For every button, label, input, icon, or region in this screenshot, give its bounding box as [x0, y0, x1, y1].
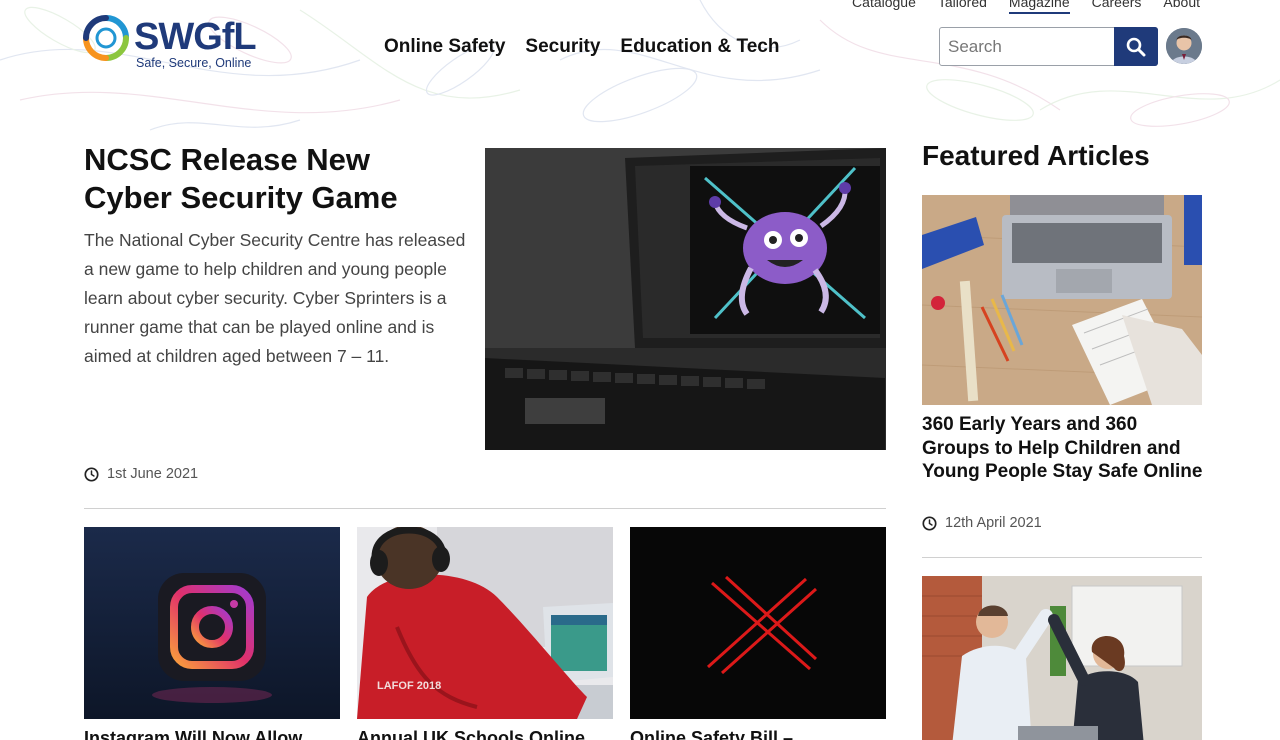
util-nav-careers[interactable]: Careers [1092, 0, 1142, 14]
hero-date: 1st June 2021 [84, 466, 198, 482]
hero-title[interactable]: NCSC Release New Cyber Security Game [84, 141, 464, 217]
featured-article-date-text: 12th April 2021 [945, 515, 1042, 531]
nav-security[interactable]: Security [525, 36, 600, 58]
child-headphones-laptop-image[interactable]: LAFOF 2018 [357, 527, 613, 719]
hero-summary: The National Cyber Security Centre has r… [84, 230, 466, 366]
laptop-virus-illustration [485, 148, 886, 450]
featured-article-date: 12th April 2021 [922, 515, 1042, 531]
search-button[interactable] [1114, 27, 1158, 66]
laptop-virus-image[interactable] [485, 148, 886, 450]
site-logo[interactable]: SWGfL Safe, Secure, Online [82, 14, 272, 74]
nav-online-safety[interactable]: Online Safety [384, 36, 505, 58]
child-laptop-illustration: LAFOF 2018 [357, 527, 613, 719]
main-nav: Online Safety Security Education & Tech [384, 36, 779, 58]
card-title-online-safety-bill[interactable]: Online Safety Bill – [630, 728, 886, 740]
featured-article-title[interactable]: 360 Early Years and 360 Groups to Help C… [922, 413, 1207, 484]
util-nav-catalogue[interactable]: Catalogue [852, 0, 916, 14]
utility-nav: Catalogue Tailored Magazine Careers Abou… [852, 0, 1200, 14]
desk-laptop-notebook-image[interactable] [922, 195, 1202, 405]
office-high-five-image[interactable] [922, 576, 1202, 740]
red-x-illustration [630, 527, 886, 719]
search-input[interactable] [940, 28, 1114, 65]
person-icon [1166, 28, 1202, 64]
search-icon [1126, 37, 1146, 56]
search-bar [939, 27, 1158, 66]
office-illustration [922, 576, 1202, 740]
clock-icon [922, 515, 937, 531]
logo-tagline: Safe, Secure, Online [136, 56, 252, 70]
featured-divider [922, 557, 1202, 558]
card-title-schools[interactable]: Annual UK Schools Online [357, 728, 613, 740]
user-avatar[interactable] [1166, 28, 1202, 64]
util-nav-about[interactable]: About [1163, 0, 1200, 14]
swgfl-ring-icon [83, 15, 129, 61]
nav-education-tech[interactable]: Education & Tech [620, 36, 779, 58]
hero-date-text: 1st June 2021 [107, 466, 199, 482]
red-x-image[interactable] [630, 527, 886, 719]
card-title-instagram[interactable]: Instagram Will Now Allow [84, 728, 340, 740]
clock-icon [84, 466, 99, 482]
instagram-logo-image[interactable] [84, 527, 340, 719]
util-nav-magazine[interactable]: Magazine [1008, 0, 1070, 14]
desk-illustration [922, 195, 1202, 405]
section-divider [84, 508, 886, 509]
util-nav-tailored[interactable]: Tailored [938, 0, 987, 14]
logo-wordmark: SWGfL [134, 16, 257, 58]
featured-articles-heading: Featured Articles [922, 140, 1150, 171]
instagram-illustration [84, 527, 340, 719]
svg-text:LAFOF 2018: LAFOF 2018 [377, 680, 441, 692]
